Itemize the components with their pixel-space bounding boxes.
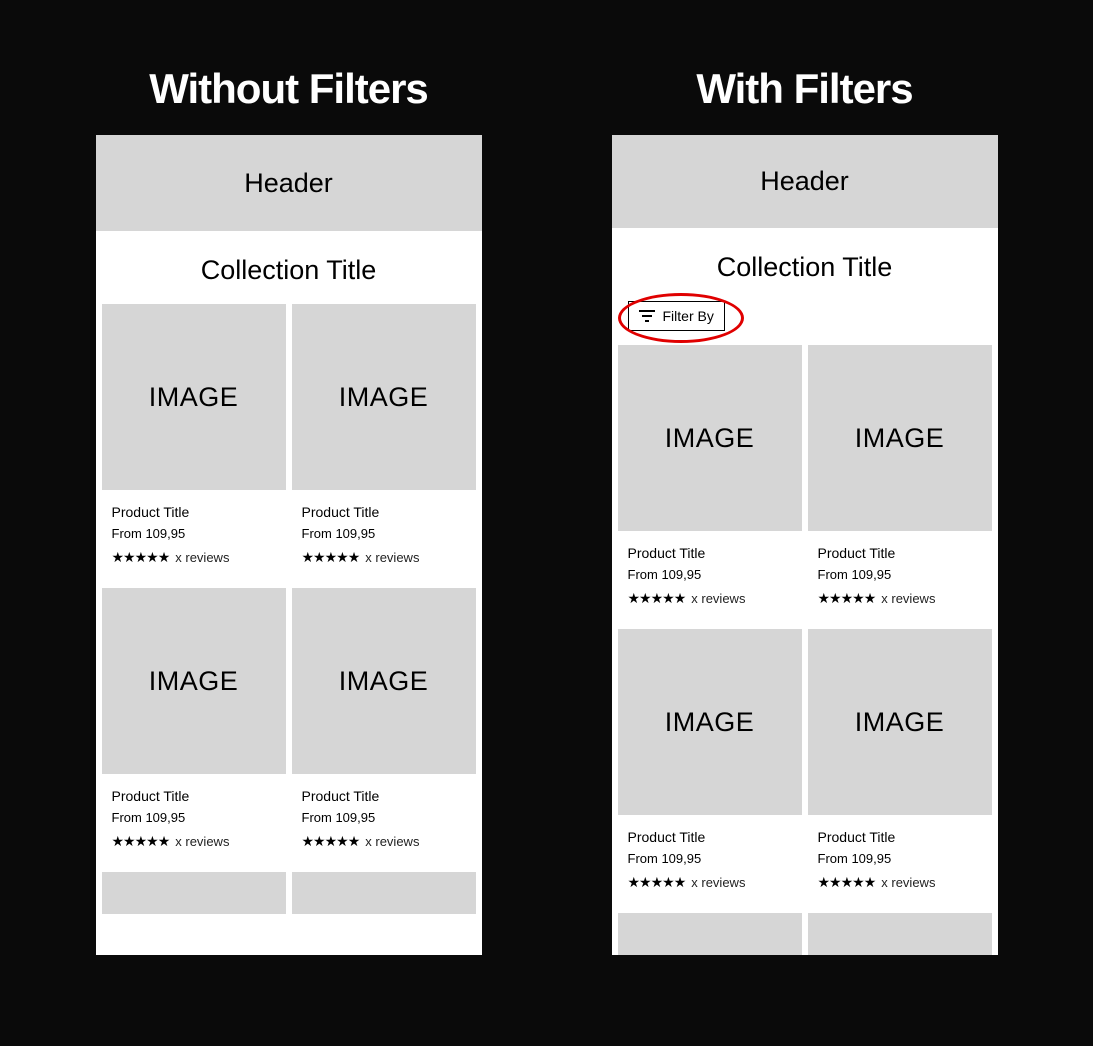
rating-row: ★★★★★ x reviews — [112, 833, 276, 850]
product-price: From 109,95 — [628, 567, 792, 582]
filter-label: Filter By — [663, 308, 714, 324]
product-image-placeholder: IMAGE — [618, 345, 802, 531]
collection-title: Collection Title — [96, 231, 482, 304]
review-count: x reviews — [365, 550, 419, 565]
product-info: Product Title From 109,95 ★★★★★ x review… — [102, 774, 286, 866]
product-card[interactable]: IMAGE Product Title From 109,95 ★★★★★ x … — [102, 304, 286, 582]
panel-with-filters: With Filters Header Collection Title Fil… — [612, 65, 998, 981]
product-info: Product Title From 109,95 ★★★★★ x review… — [618, 815, 802, 907]
filter-icon — [639, 310, 655, 322]
review-count: x reviews — [691, 875, 745, 890]
rating-row: ★★★★★ x reviews — [818, 874, 982, 891]
product-card[interactable]: IMAGE Product Title From 109,95 ★★★★★ x … — [618, 629, 802, 907]
product-card[interactable] — [292, 872, 476, 914]
product-price: From 109,95 — [112, 526, 276, 541]
product-image-placeholder: IMAGE — [618, 629, 802, 815]
product-info: Product Title From 109,95 ★★★★★ x review… — [292, 774, 476, 866]
product-grid: IMAGE Product Title From 109,95 ★★★★★ x … — [612, 345, 998, 955]
product-info: Product Title From 109,95 ★★★★★ x review… — [808, 815, 992, 907]
star-icon: ★★★★★ — [818, 874, 876, 891]
product-image-placeholder: IMAGE — [102, 588, 286, 774]
product-title: Product Title — [818, 545, 982, 561]
product-title: Product Title — [628, 829, 792, 845]
rating-row: ★★★★★ x reviews — [628, 874, 792, 891]
product-info: Product Title From 109,95 ★★★★★ x review… — [618, 531, 802, 623]
star-icon: ★★★★★ — [302, 549, 360, 566]
product-image-placeholder: IMAGE — [292, 588, 476, 774]
panel-title: Without Filters — [149, 65, 428, 113]
star-icon: ★★★★★ — [302, 833, 360, 850]
review-count: x reviews — [881, 591, 935, 606]
product-image-placeholder — [292, 872, 476, 914]
product-image-placeholder: IMAGE — [808, 345, 992, 531]
review-count: x reviews — [691, 591, 745, 606]
product-title: Product Title — [818, 829, 982, 845]
product-price: From 109,95 — [302, 526, 466, 541]
device-mockup: Header Collection Title IMAGE Product Ti… — [96, 135, 482, 955]
product-image-placeholder — [102, 872, 286, 914]
product-title: Product Title — [628, 545, 792, 561]
device-mockup: Header Collection Title Filter By IMAGE … — [612, 135, 998, 955]
star-icon: ★★★★★ — [818, 590, 876, 607]
product-card[interactable]: IMAGE Product Title From 109,95 ★★★★★ x … — [292, 588, 476, 866]
product-card[interactable]: IMAGE Product Title From 109,95 ★★★★★ x … — [618, 345, 802, 623]
product-info: Product Title From 109,95 ★★★★★ x review… — [292, 490, 476, 582]
review-count: x reviews — [175, 834, 229, 849]
rating-row: ★★★★★ x reviews — [112, 549, 276, 566]
rating-row: ★★★★★ x reviews — [302, 549, 466, 566]
product-card[interactable]: IMAGE Product Title From 109,95 ★★★★★ x … — [292, 304, 476, 582]
panel-title: With Filters — [696, 65, 912, 113]
product-grid: IMAGE Product Title From 109,95 ★★★★★ x … — [96, 304, 482, 914]
product-card[interactable]: IMAGE Product Title From 109,95 ★★★★★ x … — [808, 629, 992, 907]
product-price: From 109,95 — [818, 851, 982, 866]
filter-row: Filter By — [612, 301, 998, 345]
product-card[interactable]: IMAGE Product Title From 109,95 ★★★★★ x … — [808, 345, 992, 623]
rating-row: ★★★★★ x reviews — [628, 590, 792, 607]
header-bar: Header — [96, 135, 482, 231]
product-price: From 109,95 — [302, 810, 466, 825]
rating-row: ★★★★★ x reviews — [818, 590, 982, 607]
product-info: Product Title From 109,95 ★★★★★ x review… — [102, 490, 286, 582]
product-info: Product Title From 109,95 ★★★★★ x review… — [808, 531, 992, 623]
product-image-placeholder: IMAGE — [292, 304, 476, 490]
product-card[interactable] — [102, 872, 286, 914]
star-icon: ★★★★★ — [628, 874, 686, 891]
star-icon: ★★★★★ — [112, 549, 170, 566]
panel-without-filters: Without Filters Header Collection Title … — [96, 65, 482, 981]
product-price: From 109,95 — [628, 851, 792, 866]
collection-title: Collection Title — [612, 228, 998, 301]
product-title: Product Title — [302, 788, 466, 804]
product-title: Product Title — [112, 504, 276, 520]
product-card[interactable] — [808, 913, 992, 955]
product-image-placeholder: IMAGE — [102, 304, 286, 490]
review-count: x reviews — [881, 875, 935, 890]
product-title: Product Title — [112, 788, 276, 804]
product-image-placeholder: IMAGE — [808, 629, 992, 815]
product-title: Product Title — [302, 504, 466, 520]
star-icon: ★★★★★ — [628, 590, 686, 607]
filter-by-button[interactable]: Filter By — [628, 301, 725, 331]
review-count: x reviews — [365, 834, 419, 849]
product-card[interactable]: IMAGE Product Title From 109,95 ★★★★★ x … — [102, 588, 286, 866]
review-count: x reviews — [175, 550, 229, 565]
product-image-placeholder — [618, 913, 802, 955]
product-price: From 109,95 — [112, 810, 276, 825]
star-icon: ★★★★★ — [112, 833, 170, 850]
header-bar: Header — [612, 135, 998, 228]
product-price: From 109,95 — [818, 567, 982, 582]
product-image-placeholder — [808, 913, 992, 955]
rating-row: ★★★★★ x reviews — [302, 833, 466, 850]
product-card[interactable] — [618, 913, 802, 955]
